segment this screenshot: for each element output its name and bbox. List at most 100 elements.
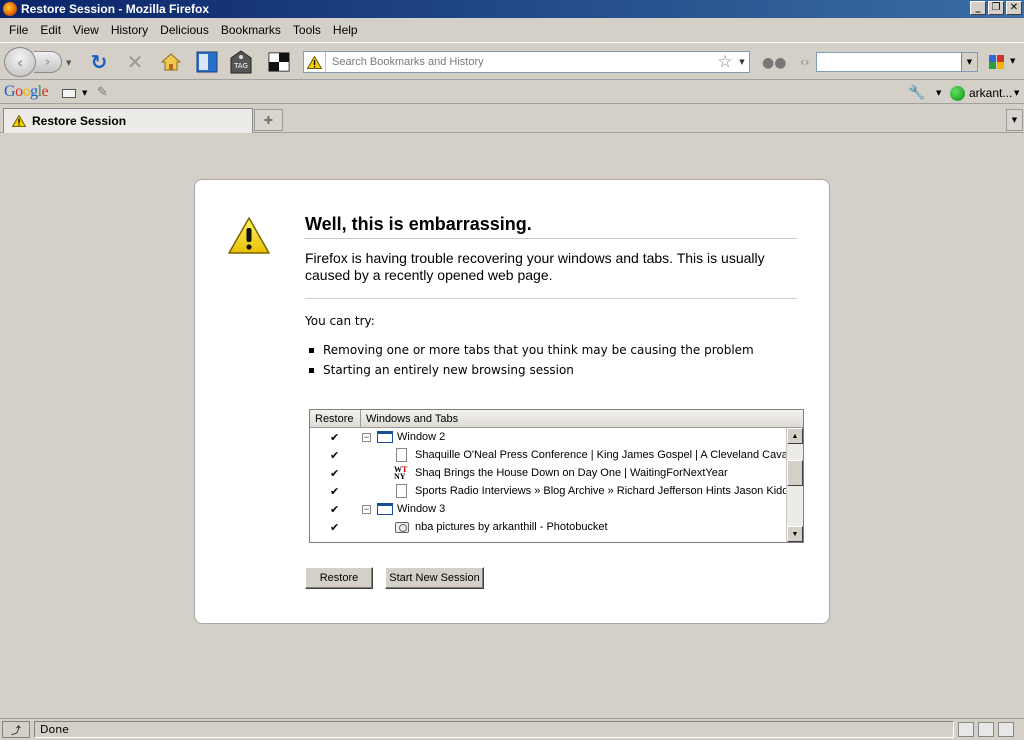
tree-row-tab[interactable]: ✔ Sports Radio Interviews » Blog Archive… [310,482,794,500]
restore-column-header[interactable]: Restore [310,410,361,427]
back-button[interactable]: ‹ [4,47,36,77]
checkmark-icon[interactable]: ✔ [330,521,339,534]
menu-view[interactable]: View [67,23,105,37]
tree-row-tab[interactable]: ✔ nba pictures by arkanthill - Photobuck… [310,518,786,536]
tree-row-tab[interactable]: ✔ WT NY Shaq Brings the House Down on Day… [310,464,786,482]
menu-file[interactable]: File [3,23,34,37]
divider [305,298,797,299]
pen-icon[interactable]: ✎ [97,85,108,100]
search-input[interactable] [817,53,961,71]
list-all-tabs-button[interactable]: ▼ [1006,109,1023,131]
scroll-up-icon[interactable]: ▲ [787,428,803,444]
page-content: Well, this is embarrassing. Firefox is h… [0,134,1024,717]
restore-button[interactable]: Restore [305,567,373,589]
page-title: Well, this is embarrassing. [305,214,797,239]
wtny-icon: WT NY [394,465,408,481]
close-window-button[interactable]: ✕ [1006,1,1022,15]
menu-bookmarks[interactable]: Bookmarks [215,23,287,37]
error-message: Firefox is having trouble recovering you… [305,250,765,283]
google-search-dropdown-icon[interactable]: ▼ [1010,57,1015,65]
security-icon[interactable]: ⤴ [2,721,30,738]
new-tab-button[interactable]: ✚ [254,109,283,131]
try-label: You can try: [305,314,375,328]
plus-icon: ✚ [263,113,274,127]
menu-help[interactable]: Help [327,23,364,37]
status-text: Done [34,721,954,738]
page-icon [396,484,407,498]
start-new-session-button[interactable]: Start New Session [385,567,484,589]
tab-restore-session[interactable]: Restore Session [3,108,253,133]
history-dropdown-icon[interactable]: ▼ [66,59,71,67]
scroll-down-icon[interactable]: ▼ [787,526,803,542]
google-searchbox-dropdown-icon[interactable]: ▼ [82,89,87,97]
menu-tools[interactable]: Tools [287,23,327,37]
tab-strip: Restore Session ✚ ▼ [0,106,1024,133]
tab-label: Restore Session [32,114,127,128]
people-icon[interactable]: ●● [762,55,786,71]
back-forward-group: › ‹ ▼ [4,47,76,77]
checkmark-icon[interactable]: ✔ [330,485,339,498]
google-searchbox-icon[interactable] [62,89,76,98]
tree-row-tab[interactable]: ✔ Shaquille O'Neal Press Conference | Ki… [310,446,803,464]
restore-window-button[interactable]: ❐ [988,1,1004,15]
bookmark-star-icon[interactable]: ☆ [715,52,735,72]
tree-header: Restore Windows and Tabs [310,410,803,428]
large-warning-icon [227,216,271,259]
collapse-icon[interactable]: − [362,432,371,442]
forward-arrow-icon: › [44,54,51,70]
forward-button[interactable]: › [34,51,62,73]
checkmark-icon[interactable]: ✔ [330,503,339,516]
menu-delicious[interactable]: Delicious [154,23,215,37]
menu-edit[interactable]: Edit [34,23,67,37]
url-input[interactable] [326,53,715,71]
tree-row-label: Window 2 [397,431,446,443]
search-dropdown-icon[interactable]: ▼ [961,53,977,71]
tag-icon[interactable]: TAG [230,50,252,74]
tree-body: ✔ − Window 2 ✔ Shaquille O'Neal Press Co… [310,428,803,536]
back-arrow-icon: ‹ [16,52,24,72]
status-icons [958,722,1014,737]
suggestion-list: Removing one or more tabs that you think… [309,340,754,380]
url-bar: ☆ ▼ [303,51,750,73]
warning-icon [304,52,326,72]
suggestion-item: Starting an entirely new browsing sessio… [309,360,754,380]
checkmark-icon[interactable]: ✔ [330,449,339,462]
minimize-button[interactable]: _ [970,1,986,15]
title-bar: Restore Session - Mozilla Firefox _ ❐ ✕ [0,0,1024,18]
wrench-icon[interactable]: 🔧 [908,85,925,101]
collapse-icon[interactable]: − [362,504,371,514]
tree-row-label: Sports Radio Interviews » Blog Archive »… [415,485,795,497]
mail-icon[interactable] [998,722,1014,737]
stop-icon[interactable]: ✕ [124,50,146,74]
network-icon[interactable] [978,722,994,737]
tree-scrollbar[interactable]: ▲ ▼ [786,428,803,542]
window-title: Restore Session - Mozilla Firefox [21,2,210,16]
menu-history[interactable]: History [105,23,154,37]
scroll-thumb[interactable] [787,460,803,486]
google-search-icon[interactable] [988,54,1006,70]
url-dropdown-icon[interactable]: ▼ [735,58,749,66]
user-dropdown-icon[interactable]: ▼ [1014,89,1019,97]
checkmark-icon[interactable]: ✔ [330,431,339,444]
firefox-logo-icon [3,2,17,16]
sidebar-panel-icon[interactable] [196,51,218,73]
addon-bar-icon[interactable] [958,722,974,737]
tree-row-label: Shaq Brings the House Down on Day One | … [415,467,728,479]
google-user-label[interactable]: arkant... [969,86,1012,100]
page-icon [396,448,407,462]
google-logo[interactable]: Google [4,83,49,101]
window-controls: _ ❐ ✕ [970,1,1022,15]
checkmark-icon[interactable]: ✔ [330,467,339,480]
toolbar-resize-handle[interactable]: ‹› [800,55,810,69]
chevron-down-icon: ▼ [1011,116,1018,124]
reload-icon[interactable]: ↻ [88,50,110,74]
home-icon[interactable] [160,51,182,73]
window-icon [377,431,393,443]
tree-row-window[interactable]: ✔ − Window 3 [310,500,786,518]
online-status-icon [950,86,965,101]
screengrab-icon[interactable] [268,51,290,73]
windows-tabs-column-header[interactable]: Windows and Tabs [361,410,803,427]
wrench-dropdown-icon[interactable]: ▼ [936,89,941,97]
search-box: ▼ [816,52,978,72]
tree-row-window[interactable]: ✔ − Window 2 [310,428,786,446]
